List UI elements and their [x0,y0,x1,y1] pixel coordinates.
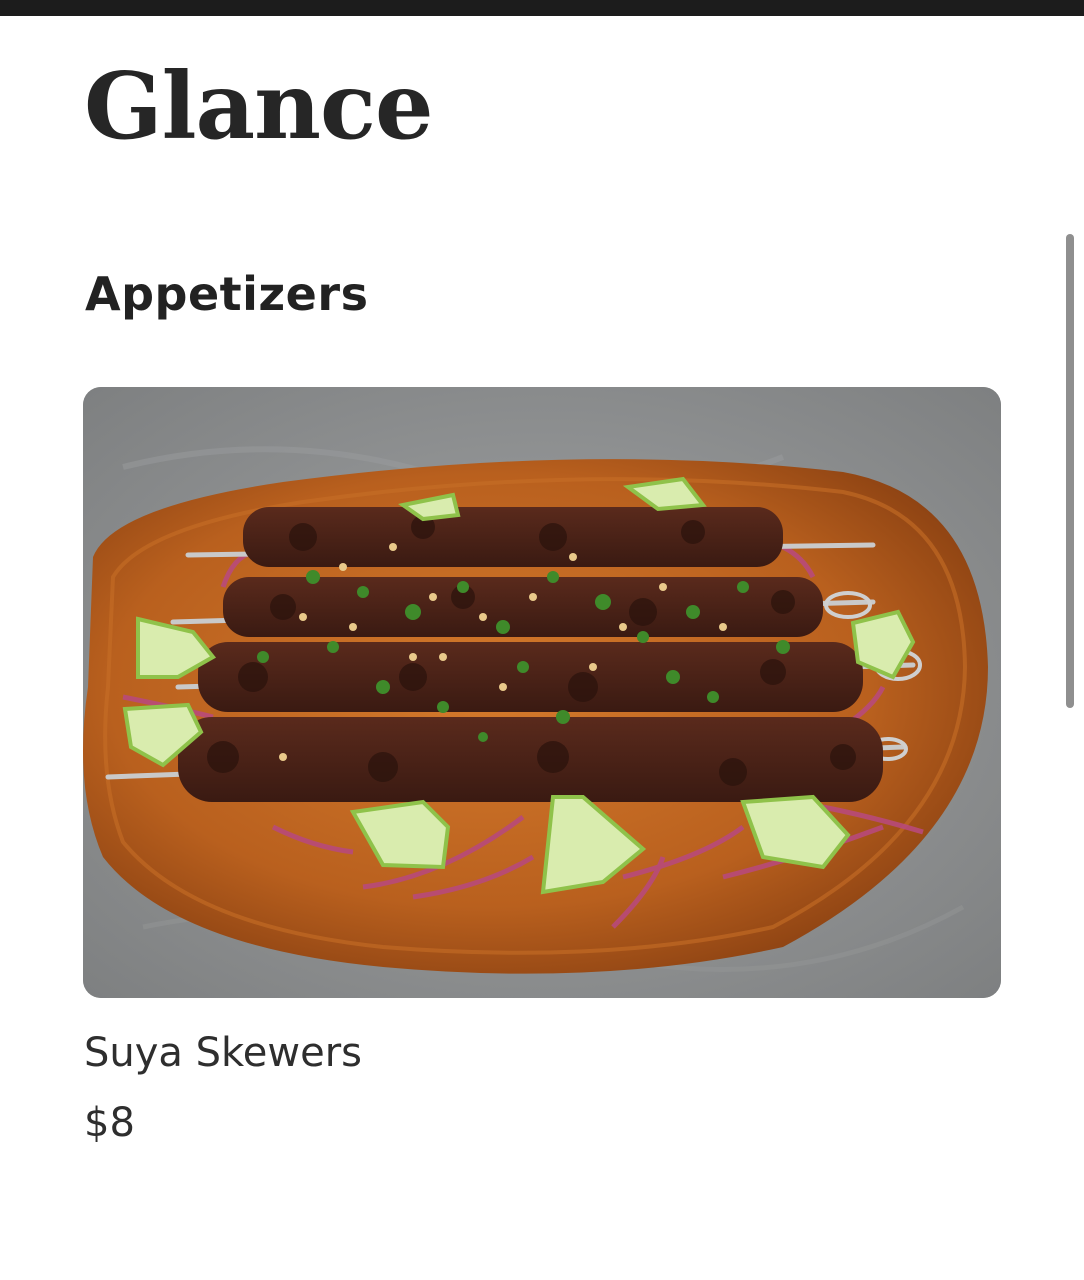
suya-skewers-photo [83,387,1001,998]
menu-item-name[interactable]: Suya Skewers [84,1026,362,1080]
menu-item-price: $8 [84,1100,135,1146]
menu-item-image[interactable] [83,387,1001,998]
brand-title: Glance [84,52,434,160]
scrollbar-thumb[interactable] [1066,234,1074,708]
status-bar [0,0,1084,16]
section-title-appetizers: Appetizers [85,267,369,321]
